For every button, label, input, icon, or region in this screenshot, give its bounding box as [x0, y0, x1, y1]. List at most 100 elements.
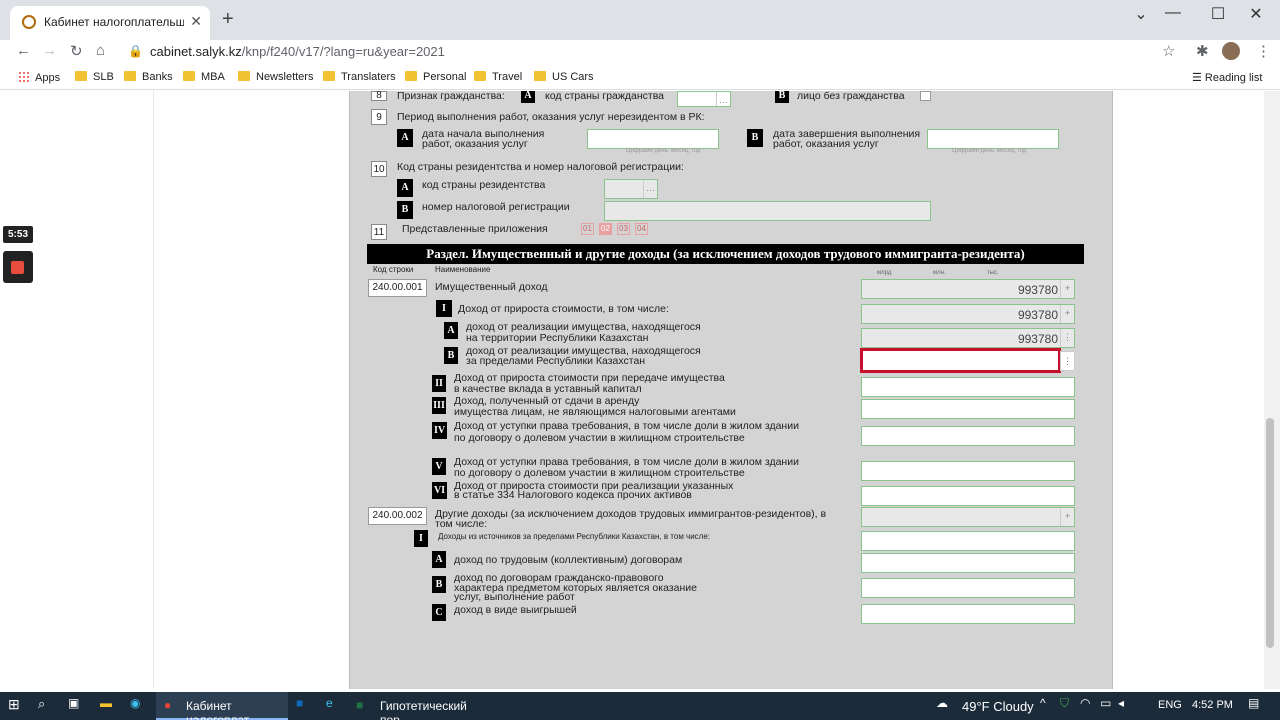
line-002-b-input[interactable]	[861, 578, 1075, 598]
home-icon[interactable]: ⌂	[96, 42, 105, 59]
bookmark-newsletters[interactable]: Newsletters	[238, 71, 313, 83]
minimize-button[interactable]: —	[1158, 4, 1188, 22]
lookup-icon[interactable]: …	[643, 180, 657, 198]
ie-icon[interactable]: e	[326, 696, 333, 710]
shield-icon[interactable]: ⛉	[1060, 696, 1069, 711]
new-tab-button[interactable]: +	[222, 8, 234, 31]
task-view-icon[interactable]: ▣	[68, 696, 79, 710]
reading-list[interactable]: ☰ Reading list	[1192, 71, 1262, 84]
stateless-checkbox[interactable]	[920, 91, 931, 101]
line-v-input[interactable]	[861, 461, 1075, 481]
attachments-label: Представленные приложения	[402, 223, 548, 235]
residency-label: Код страны резидентства и номер налогово…	[397, 161, 684, 173]
start-date-label-2: работ, оказания услуг	[422, 138, 528, 150]
chrome-icon: ●	[164, 698, 172, 712]
lookup-icon[interactable]: …	[716, 92, 730, 106]
end-date-input[interactable]	[927, 129, 1059, 149]
line-i-label: Доход от прироста стоимости, в том числе…	[458, 303, 669, 315]
reload-icon[interactable]: ↻	[70, 42, 83, 60]
profile-avatar[interactable]	[1222, 42, 1240, 60]
clock[interactable]: 4:52 PM	[1192, 699, 1233, 711]
wifi-icon[interactable]: ◠	[1080, 696, 1090, 710]
citizenship-country-input[interactable]: …	[677, 91, 731, 107]
taskbar-app2-label: Гипотетический пор...	[380, 699, 467, 727]
line-002-input[interactable]: +	[861, 507, 1075, 527]
line-b-input-focused[interactable]	[860, 348, 1061, 373]
residency-country-input[interactable]: …	[604, 179, 658, 199]
browser-tab[interactable]: Кабинет налогоплательщика - ( ✕	[10, 6, 210, 40]
unit-bln: млрд	[877, 270, 892, 276]
more-icon[interactable]: ⋮	[1060, 351, 1075, 371]
start-date-input[interactable]	[587, 129, 719, 149]
back-icon[interactable]: ←	[16, 42, 31, 59]
url-text: cabinet.salyk.kz/knp/f240/v17/?lang=ru&y…	[150, 44, 445, 59]
expand-icon[interactable]: +	[1060, 280, 1074, 298]
taskbar-excel-app[interactable]: ■ Гипотетический пор...	[350, 692, 482, 727]
extensions-icon[interactable]: ✱	[1196, 42, 1209, 60]
roman-v-badge: V	[432, 458, 446, 475]
address-bar[interactable]: 🔒 cabinet.salyk.kz/knp/f240/v17/?lang=ru…	[120, 41, 1190, 63]
volume-icon[interactable]: ◂	[1118, 696, 1124, 710]
taskbar-chrome-app[interactable]: ● Кабинет налогоплат...	[156, 692, 288, 727]
line-iii-input[interactable]	[861, 399, 1075, 419]
edge-icon[interactable]: ◉	[130, 696, 140, 710]
field-number-10: 10	[371, 161, 387, 177]
tab-search-icon[interactable]: ⌄	[1126, 4, 1156, 24]
line-i-input[interactable]: 993780 +	[861, 304, 1075, 324]
bookmark-travel[interactable]: Travel	[474, 71, 522, 83]
bookmark-apps[interactable]: Apps	[18, 71, 60, 84]
site-favicon-icon	[22, 15, 36, 29]
search-icon[interactable]: ⌕	[38, 696, 45, 712]
bookmark-banks[interactable]: Banks	[124, 71, 173, 83]
line-002-i-input[interactable]	[861, 531, 1075, 551]
line-a-input[interactable]: 993780 ⋮	[861, 328, 1075, 348]
windows-taskbar: ⊞ ⌕ ▣ ▬ ◉ ● Кабинет налогоплат... ■ e ■ …	[0, 692, 1280, 727]
bookmark-mba[interactable]: MBA	[183, 71, 225, 83]
close-window-button[interactable]: ✕	[1241, 4, 1271, 24]
recording-timer: 5:53	[3, 226, 33, 243]
bookmark-translaters[interactable]: Translaters	[323, 71, 396, 83]
line-iv-input[interactable]	[861, 426, 1075, 446]
file-explorer-icon[interactable]: ▬	[100, 696, 112, 710]
bookmark-personal[interactable]: Personal	[405, 71, 466, 83]
stop-recording-button[interactable]	[3, 251, 33, 283]
unit-ths: тыс.	[987, 270, 999, 276]
outlook-icon[interactable]: ■	[296, 696, 303, 710]
tray-chevron-icon[interactable]: ^	[1040, 696, 1046, 710]
menu-icon[interactable]: ⋮	[1256, 42, 1271, 60]
close-tab-icon[interactable]: ✕	[190, 13, 202, 30]
notifications-icon[interactable]: ▤	[1248, 696, 1259, 710]
bookmark-us-cars[interactable]: US Cars	[534, 71, 594, 83]
line-001-input[interactable]: 993780 +	[861, 279, 1075, 299]
bookmark-slb[interactable]: SLB	[75, 71, 114, 83]
attachment-04[interactable]: 04	[635, 223, 648, 235]
expand-icon[interactable]: +	[1060, 305, 1074, 323]
attachment-03[interactable]: 03	[617, 223, 630, 235]
end-date-hint: Цифрами день, месяц, год	[952, 148, 1027, 154]
line-vi-input[interactable]	[861, 486, 1075, 506]
folder-icon	[534, 71, 546, 81]
more-icon[interactable]: ⋮	[1060, 329, 1074, 347]
windows-start-icon[interactable]: ⊞	[8, 696, 20, 713]
line-002-a-input[interactable]	[861, 553, 1075, 573]
maximize-button[interactable]: ☐	[1203, 4, 1233, 24]
folder-icon	[238, 71, 250, 81]
expand-icon[interactable]: +	[1060, 508, 1074, 526]
language-indicator[interactable]: ENG	[1158, 699, 1182, 711]
folder-icon	[474, 71, 486, 81]
scrollbar-thumb[interactable]	[1266, 418, 1274, 648]
browser-titlebar: Кабинет налогоплательщика - ( ✕ + ⌄ — ☐ …	[0, 0, 1280, 40]
letter-b-badge: B	[747, 129, 763, 147]
weather-text[interactable]: 49°F Cloudy	[962, 699, 1034, 714]
line-002-c-input[interactable]	[861, 604, 1075, 624]
line-ii-label-2: в качестве вклада в уставный капитал	[454, 383, 642, 395]
tax-form: 8 Признак гражданства: A код страны граж…	[349, 91, 1113, 689]
forward-icon[interactable]: →	[42, 42, 57, 59]
bookmark-star-icon[interactable]: ☆	[1162, 42, 1175, 60]
attachment-01[interactable]: 01	[581, 223, 594, 235]
battery-icon[interactable]: ▭	[1100, 696, 1111, 710]
tax-reg-number-input[interactable]	[604, 201, 931, 221]
line-ii-input[interactable]	[861, 377, 1075, 397]
attachment-02[interactable]: 02	[599, 223, 612, 235]
citizenship-label: Признак гражданства:	[397, 90, 505, 102]
